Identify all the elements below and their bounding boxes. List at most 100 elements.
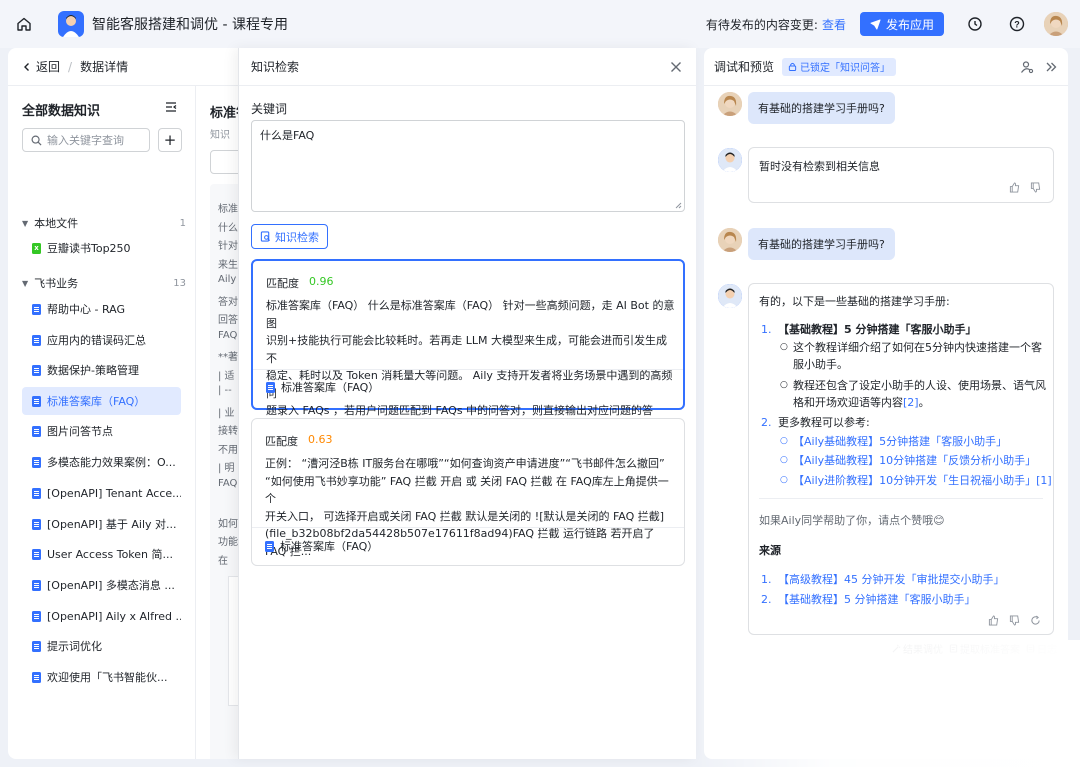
- group-local-files[interactable]: ▼ 本地文件 1: [22, 212, 186, 234]
- document-icon: [32, 640, 41, 652]
- document-subtitle: 知识: [210, 130, 230, 141]
- sidebar-item-label: User Access Token 简...: [47, 548, 174, 561]
- user-settings-icon[interactable]: [1020, 60, 1034, 74]
- sidebar-item-label: 数据保护-策略管理: [47, 364, 139, 377]
- regenerate-icon[interactable]: [1030, 615, 1041, 626]
- reference-link[interactable]: [2]: [903, 396, 919, 409]
- result-text: 标准答案库（FAQ） 什么是标准答案库（FAQ） 针对一些高频问题，走 AI B…: [266, 297, 676, 437]
- back-button[interactable]: 返回: [22, 58, 60, 75]
- drawer-title: 知识检索: [251, 60, 300, 74]
- tutorial-link[interactable]: 【Aily基础教程】10分钟搭建「反馈分析小助手」: [793, 452, 1036, 469]
- document-icon: [32, 425, 41, 437]
- sidebar-item-user-access-token[interactable]: User Access Token 简...: [22, 540, 181, 568]
- thumbs-up-icon[interactable]: [1009, 182, 1020, 193]
- sources-title: 来源: [759, 544, 781, 557]
- match-score-label: 匹配度: [265, 435, 298, 448]
- sidebar-item-error-codes[interactable]: 应用内的错误码汇总: [22, 326, 181, 354]
- list-item-title: 【基础教程】5 分钟搭建「客服小助手」: [778, 323, 977, 336]
- view-changes-link[interactable]: 查看: [822, 16, 846, 33]
- feedback-icons: [988, 615, 1041, 626]
- action-label: 提取标准答案: [960, 645, 1020, 656]
- double-chevron-right-icon[interactable]: [1044, 60, 1058, 74]
- resize-handle-icon[interactable]: [674, 201, 682, 209]
- chat-bottom-actions: 结果调优 提取标准答案 日志: [892, 641, 1057, 656]
- publish-label: 发布应用: [885, 17, 934, 32]
- thumbs-up-icon[interactable]: [988, 615, 999, 626]
- lock-tag[interactable]: 已锁定「知识问答」: [782, 57, 897, 76]
- extract-answer-action[interactable]: 提取标准答案: [949, 641, 1020, 656]
- result-text-line: 正例： “漕河泾B栋 IT服务台在哪哦”“如何查询资产申请进度”“飞书邮件怎么撤…: [265, 457, 665, 470]
- knowledge-search-input[interactable]: 输入关键字查询: [22, 128, 150, 152]
- user-avatar[interactable]: [1044, 12, 1068, 36]
- action-label: 日志: [1037, 645, 1057, 656]
- result-source[interactable]: 标准答案库（FAQ）: [266, 379, 379, 395]
- source-link[interactable]: 【基础教程】5 分钟搭建「客服小助手」: [778, 591, 976, 608]
- sidebar-item-douban[interactable]: x 豆瓣读书Top250: [22, 234, 181, 262]
- result-source[interactable]: 标准答案库（FAQ）: [265, 538, 378, 554]
- bullet-icon: ○: [780, 475, 788, 485]
- list-number: 2.: [761, 416, 772, 429]
- search-icon: [31, 135, 42, 146]
- history-icon[interactable]: [964, 13, 986, 35]
- collapse-sidebar-icon[interactable]: [164, 100, 178, 117]
- divider: [252, 527, 684, 528]
- sidebar-item-label: [OpenAPI] 基于 Aily 对...: [47, 518, 177, 531]
- group-feishu[interactable]: ▼ 飞书业务 13: [22, 272, 186, 294]
- log-action[interactable]: 日志: [1026, 641, 1057, 656]
- content-line: 来生: [218, 260, 238, 271]
- content-line: 什么: [218, 223, 238, 234]
- sidebar-item-label: 图片问答节点: [47, 425, 113, 438]
- sidebar-item-welcome[interactable]: 欢迎使用「飞书智能伙...: [22, 663, 181, 691]
- thumbs-down-icon[interactable]: [1009, 615, 1020, 626]
- tutorial-link[interactable]: 【Aily进阶教程】10分钟开发「生日祝福小助手」[1]: [793, 472, 1052, 489]
- close-icon[interactable]: [668, 59, 684, 75]
- sidebar-item-image-qa[interactable]: 图片问答节点: [22, 417, 181, 445]
- list-bullet-text-line: 格和开场欢迎语等内容[2]。: [793, 394, 930, 411]
- sidebar-item-data-protection[interactable]: 数据保护-策略管理: [22, 356, 181, 384]
- sidebar-item-multimodal-message[interactable]: [OpenAPI] 多模态消息 ...: [22, 571, 181, 599]
- tutorial-link[interactable]: 【Aily基础教程】5分钟搭建「客服小助手」: [793, 433, 1007, 450]
- thumbs-down-icon[interactable]: [1030, 182, 1041, 193]
- keyword-label: 关键词: [251, 102, 288, 116]
- content-line: 标准: [218, 204, 238, 215]
- search-result-card[interactable]: 匹配度 0.63 正例： “漕河泾B栋 IT服务台在哪哦”“如何查询资产申请进度…: [251, 418, 685, 566]
- sidebar-item-label: 豆瓣读书Top250: [47, 242, 131, 255]
- publish-button[interactable]: 发布应用: [859, 12, 944, 36]
- sidebar-item-label: 欢迎使用「飞书智能伙...: [47, 671, 168, 684]
- top-bar: 智能客服搭建和调优 - 课程专用 有待发布的内容变更: 查看 发布应用 ?: [0, 0, 1080, 48]
- document-icon: [265, 540, 274, 552]
- answer-outro: 如果Aily同学帮助了你，请点个赞哦😊: [759, 514, 945, 527]
- content-line: 如何: [218, 519, 238, 530]
- sidebar-item-aily-alfred[interactable]: [OpenAPI] Aily x Alfred ...: [22, 602, 181, 630]
- group-count: 1: [179, 217, 186, 229]
- bullet-icon: ○: [780, 455, 788, 465]
- sidebar-item-tenant-access[interactable]: [OpenAPI] Tenant Acce...: [22, 479, 181, 507]
- knowledge-search-button[interactable]: 知识检索: [251, 224, 328, 249]
- magic-icon: [892, 644, 901, 653]
- spreadsheet-icon: x: [32, 242, 41, 254]
- add-knowledge-button[interactable]: +: [158, 128, 182, 152]
- content-line: | --: [218, 385, 232, 396]
- knowledge-search-drawer: 知识检索 关键词 什么是FAQ 知识检索 匹配度 0.96 标准答案库（FAQ）…: [238, 48, 696, 759]
- source-link[interactable]: 【高级教程】45 分钟开发「审批提交小助手」: [778, 571, 1005, 588]
- content-line: FAQ: [218, 478, 238, 489]
- action-label: 结果调优: [903, 645, 943, 656]
- list-bullet-text: 教程还包含了设定小助手的人设、使用场景、语气风: [793, 379, 1046, 392]
- sidebar-item-openapi-aily[interactable]: [OpenAPI] 基于 Aily 对...: [22, 510, 181, 538]
- tune-result-action[interactable]: 结果调优: [892, 641, 943, 656]
- sidebar-item-prompt-optimization[interactable]: 提示词优化: [22, 632, 181, 660]
- user-avatar: [718, 228, 742, 252]
- keyword-textarea[interactable]: 什么是FAQ: [251, 120, 685, 212]
- help-icon[interactable]: ?: [1006, 13, 1028, 35]
- search-result-card[interactable]: 匹配度 0.96 标准答案库（FAQ） 什么是标准答案库（FAQ） 针对一些高频…: [251, 259, 685, 435]
- home-icon[interactable]: [12, 12, 36, 36]
- sidebar-item-help-center[interactable]: 帮助中心 - RAG: [22, 295, 181, 323]
- sidebar-item-faq[interactable]: 标准答案库（FAQ）: [22, 387, 181, 415]
- sidebar-item-label: 帮助中心 - RAG: [47, 303, 126, 316]
- sidebar-item-multimodal[interactable]: 多模态能力效果案例：O...: [22, 448, 181, 476]
- document-icon: [32, 456, 41, 468]
- source-number: 2.: [761, 593, 772, 606]
- search-placeholder: 输入关键字查询: [47, 134, 124, 147]
- content-line: 针对: [218, 241, 238, 252]
- bot-message-text: 暂时没有检索到相关信息: [759, 160, 880, 173]
